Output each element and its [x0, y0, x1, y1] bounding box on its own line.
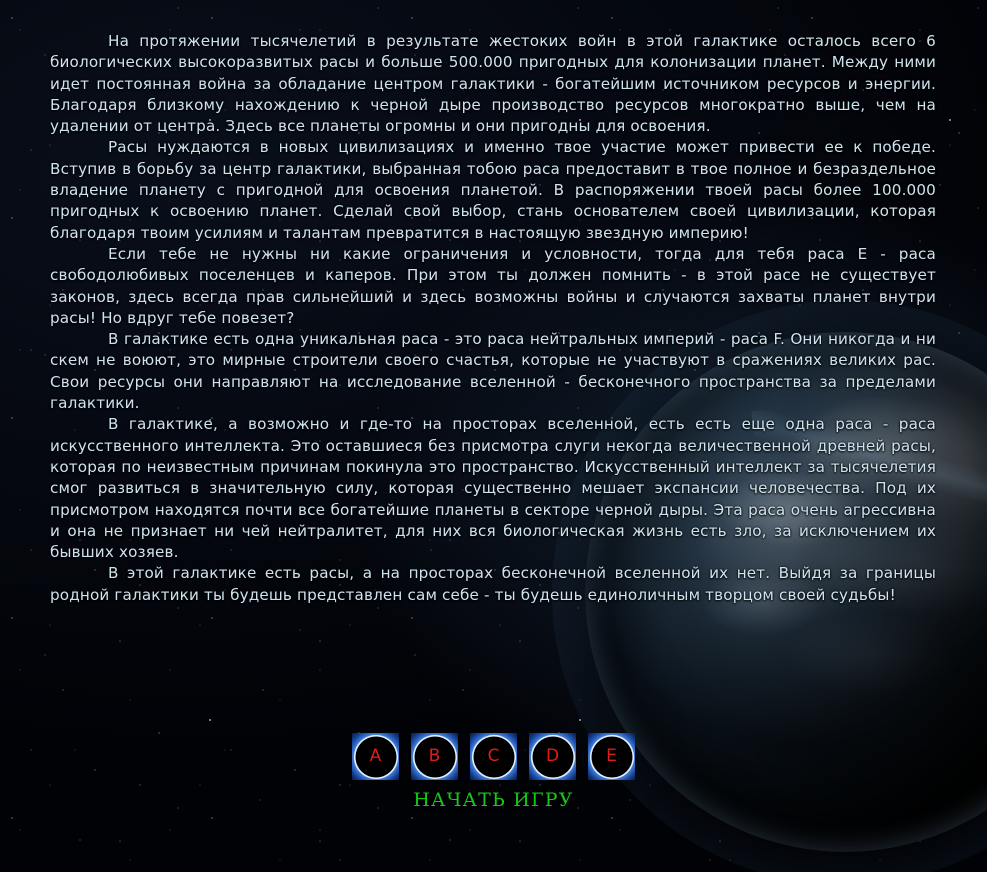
story-paragraph: В галактике есть одна уникальная раса - …: [50, 330, 936, 413]
start-game-link[interactable]: НАЧАТЬ ИГРУ: [413, 789, 573, 811]
race-selection-row: A B C D E: [0, 733, 987, 780]
race-button-a[interactable]: A: [352, 733, 399, 780]
story-paragraph: В этой галактике есть расы, а на простор…: [50, 564, 936, 604]
race-button-d[interactable]: D: [529, 733, 576, 780]
race-button-e-label: E: [606, 746, 617, 766]
race-button-a-label: A: [369, 746, 382, 766]
race-button-b[interactable]: B: [411, 733, 458, 780]
race-button-b-label: B: [428, 746, 441, 766]
story-paragraph: На протяжении тысячелетий в результате ж…: [50, 32, 936, 136]
start-game-row: НАЧАТЬ ИГРУ: [0, 789, 987, 811]
story-text-block: На протяжении тысячелетий в результате ж…: [50, 31, 936, 606]
game-intro-screen: На протяжении тысячелетий в результате ж…: [0, 0, 987, 872]
story-paragraph: В галактике, а возможно и где-то на прос…: [50, 415, 936, 562]
story-paragraph: Если тебе не нужны ни какие ограничения …: [50, 244, 936, 327]
race-button-c[interactable]: C: [470, 733, 517, 780]
race-button-e[interactable]: E: [588, 733, 635, 780]
race-button-d-label: D: [545, 746, 560, 766]
race-button-c-label: C: [487, 746, 500, 766]
story-paragraph: Расы нуждаются в новых цивилизациях и им…: [50, 138, 936, 242]
